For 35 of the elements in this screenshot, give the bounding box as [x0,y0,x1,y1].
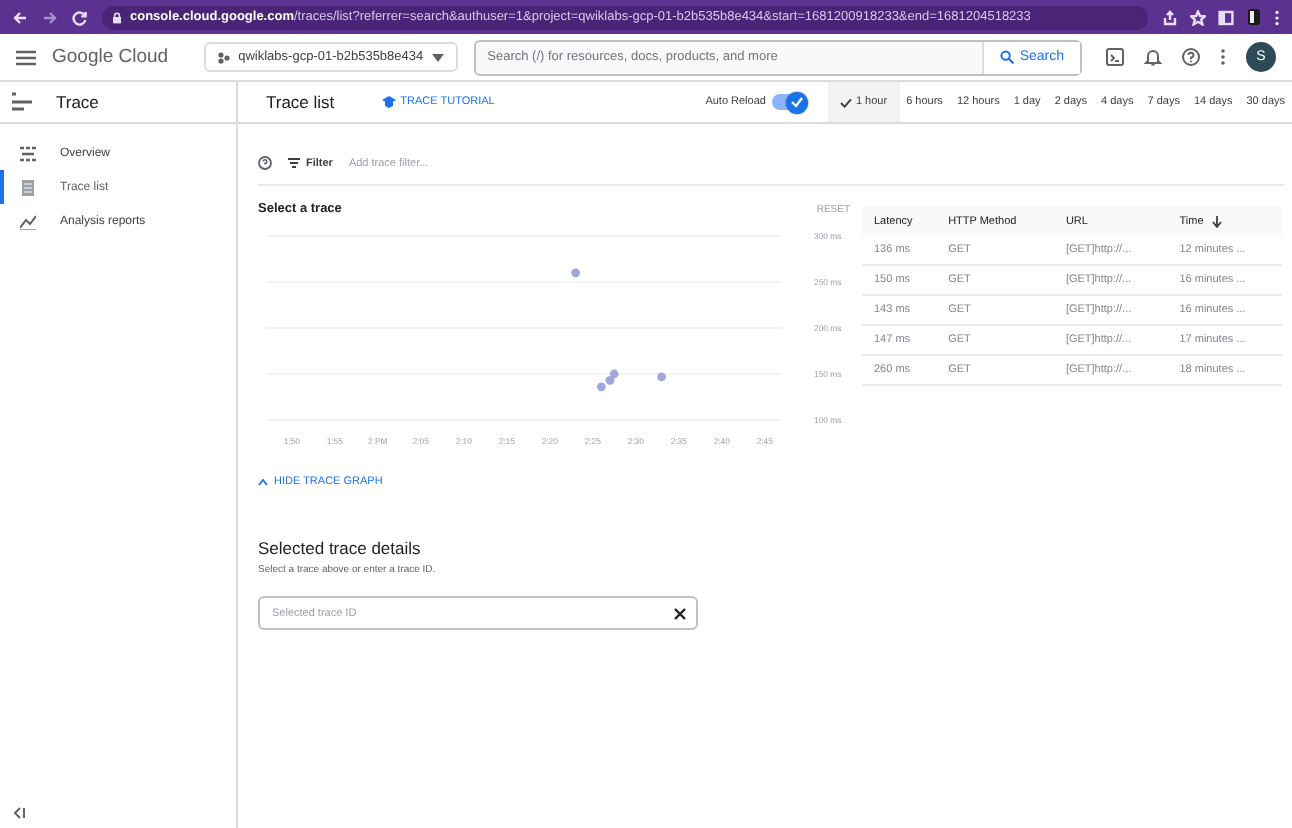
caret-icon [431,53,444,61]
page-title: Trace list [266,92,335,112]
notifications-icon[interactable] [1144,48,1162,66]
menu-icon[interactable] [16,49,36,65]
chevron-up-icon [258,478,268,486]
filter-icon [288,158,300,168]
check-icon [789,96,804,108]
help-icon[interactable] [258,156,272,170]
reload-icon[interactable] [72,9,88,25]
list-icon [20,179,36,195]
chart-icon [20,213,36,229]
graduation-cap-icon [382,96,397,108]
lock-icon [112,11,122,23]
overview-icon [20,145,36,161]
sidebar-icon[interactable] [1218,9,1234,25]
collapse-icon[interactable] [12,806,26,820]
more-icon[interactable] [1274,9,1280,25]
help-icon[interactable] [1182,48,1200,66]
trace-icon [12,92,32,112]
check-icon [839,97,852,107]
section-title: Selected trace details [258,538,423,558]
search-icon [999,50,1014,64]
forward-icon[interactable] [42,9,58,25]
more-icon[interactable] [1220,48,1226,66]
share-icon[interactable] [1162,9,1178,25]
product-logo[interactable]: Google Cloud [52,46,169,68]
clear-button[interactable] [674,607,686,619]
profile-icon[interactable] [1246,8,1262,26]
project-icon [218,51,231,63]
terminal-icon[interactable] [1106,48,1124,66]
sidebar-title: Trace [56,92,99,112]
close-icon [674,607,686,619]
auto-reload-toggle[interactable] [771,94,804,110]
back-icon[interactable] [12,9,28,25]
star-icon[interactable] [1190,9,1206,25]
